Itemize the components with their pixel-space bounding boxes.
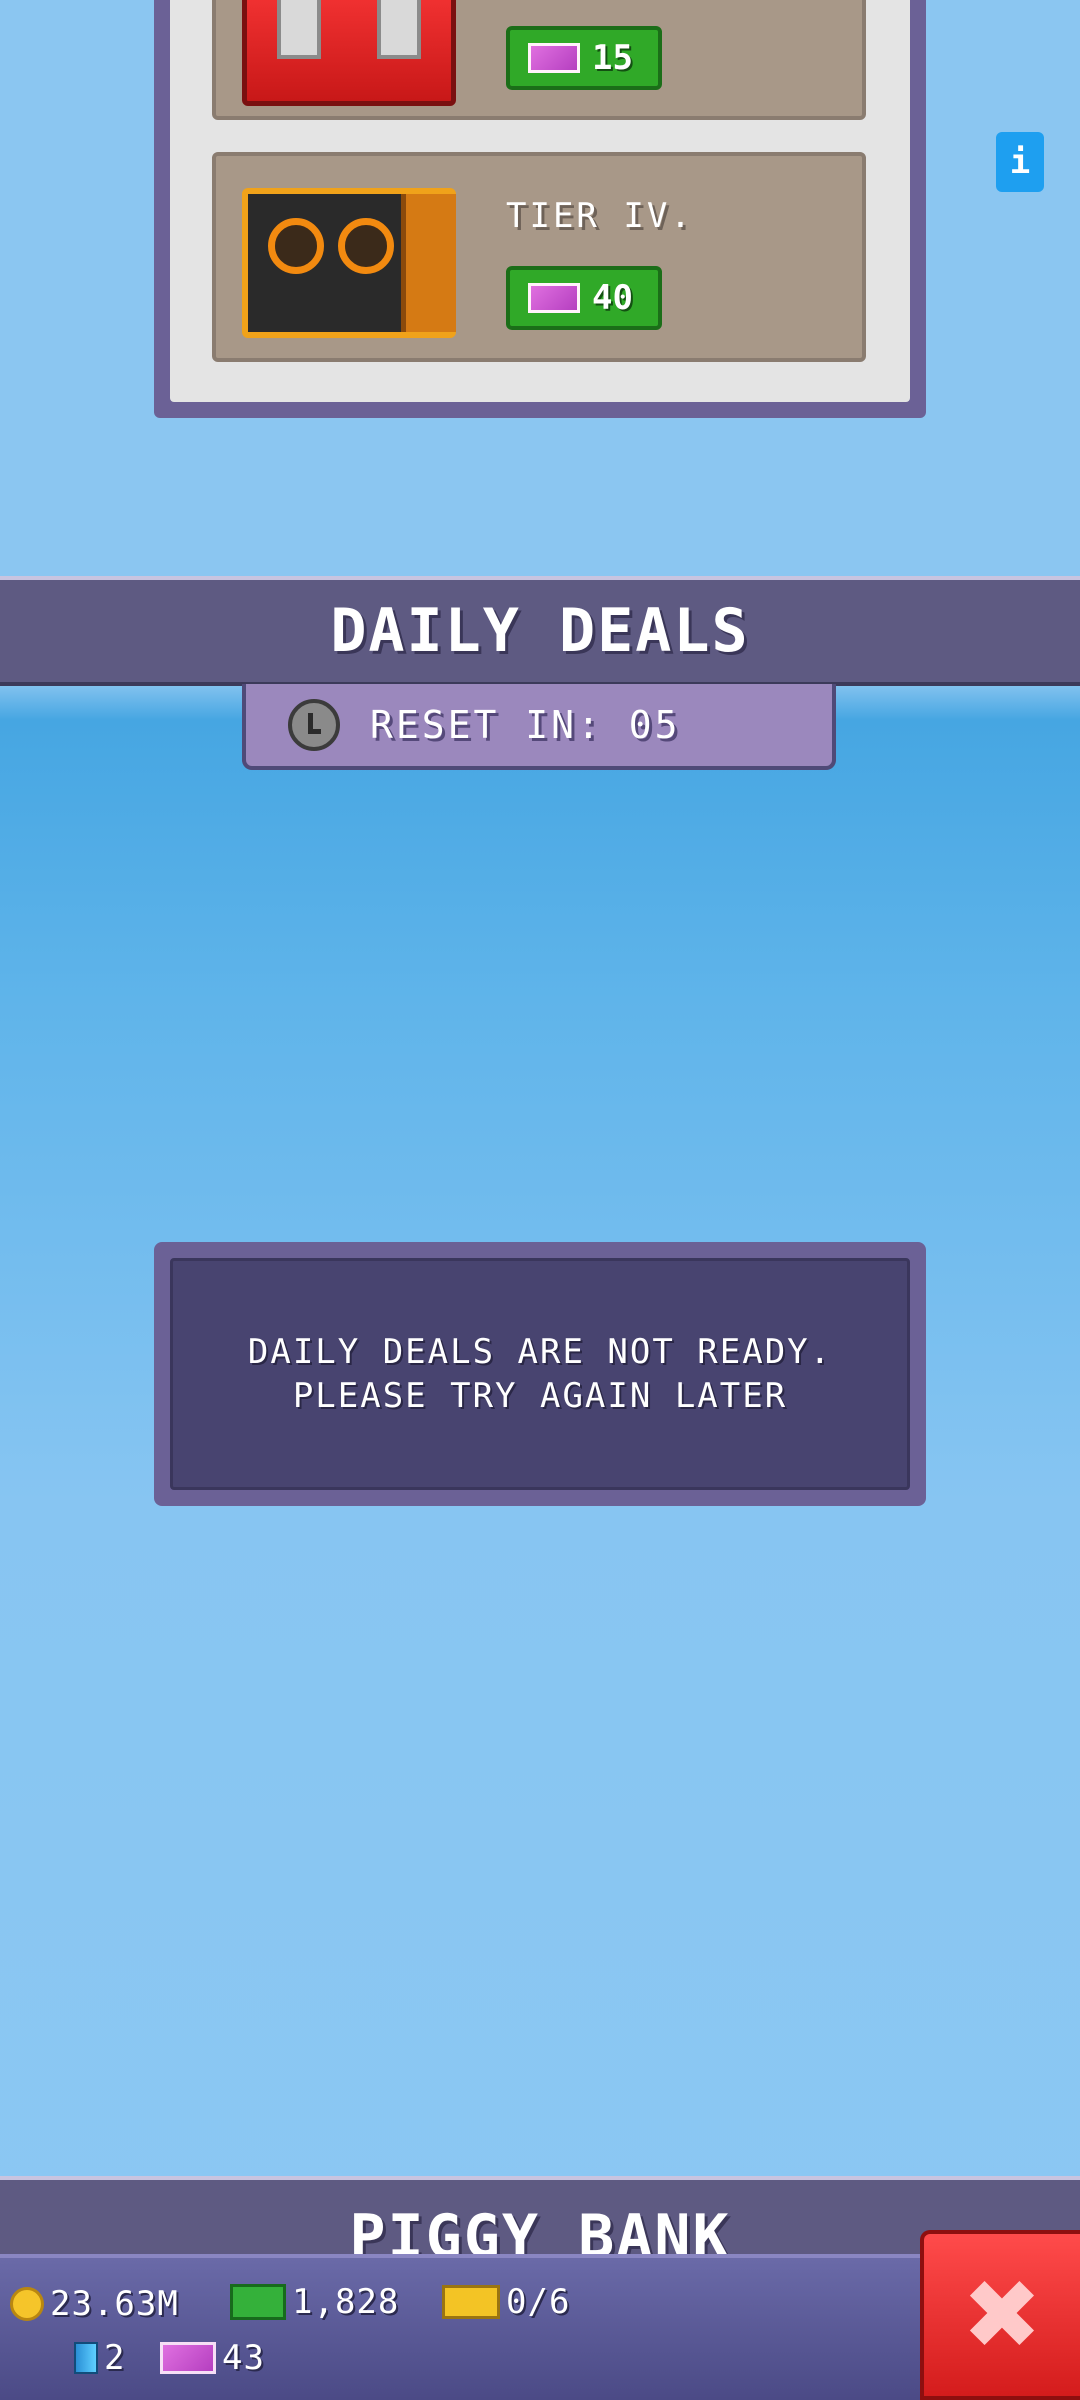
coin-icon — [10, 2287, 44, 2321]
info-button[interactable]: i — [996, 132, 1044, 192]
message-line: DAILY DEALS ARE NOT READY. — [247, 1332, 833, 1372]
tier-buy-button[interactable]: 15 — [506, 26, 662, 90]
tier-card-iv[interactable]: TIER IV. 40 — [212, 152, 866, 362]
cash-value: 1,828 — [292, 2282, 400, 2322]
ticket-icon — [528, 43, 580, 73]
tier-card-red[interactable]: 15 — [212, 0, 866, 120]
section-title: DAILY DEALS — [330, 596, 750, 666]
chest-slot — [377, 0, 421, 59]
message-line: PLEASE TRY AGAIN LATER — [292, 1376, 788, 1416]
cash-counter: 1,828 — [230, 2282, 399, 2322]
resource-bar: 23.63M 1,828 0/6 2 43 — [0, 2254, 920, 2400]
tickets-value: 43 — [222, 2338, 265, 2378]
ticket-icon — [528, 283, 580, 313]
coins-value: 23.63M — [50, 2284, 179, 2324]
chest-lens — [268, 218, 324, 274]
price-value: 40 — [592, 278, 633, 318]
black-chest-icon — [242, 188, 456, 338]
reset-text: RESET IN: 05 — [370, 703, 681, 747]
price-value: 15 — [592, 38, 633, 78]
ticket-icon — [160, 2342, 216, 2374]
daily-deals-header: DAILY DEALS — [0, 576, 1080, 686]
chest-lens — [338, 218, 394, 274]
cash-icon — [230, 2284, 286, 2320]
gems-counter: 2 — [74, 2338, 125, 2378]
gem-icon — [74, 2342, 98, 2374]
deals-message-box: DAILY DEALS ARE NOT READY. PLEASE TRY AG… — [154, 1242, 926, 1506]
tier-label: TIER IV. — [506, 196, 694, 236]
coins-counter: 23.63M — [10, 2284, 179, 2324]
tier-buy-button[interactable]: 40 — [506, 266, 662, 330]
chest-lock — [401, 194, 456, 332]
close-icon: ✖ — [961, 2259, 1043, 2371]
tickets-counter: 43 — [160, 2338, 265, 2378]
gold-value: 0/6 — [506, 2282, 571, 2322]
clock-icon — [288, 699, 340, 751]
gold-counter: 0/6 — [442, 2282, 570, 2322]
gems-value: 2 — [104, 2338, 126, 2378]
chest-slot — [277, 0, 321, 59]
reset-timer: RESET IN: 05 — [242, 684, 836, 770]
deals-message-inner: DAILY DEALS ARE NOT READY. PLEASE TRY AG… — [170, 1258, 910, 1490]
red-chest-icon — [242, 0, 456, 106]
close-button[interactable]: ✖ — [920, 2230, 1080, 2400]
gold-bar-icon — [442, 2285, 500, 2319]
